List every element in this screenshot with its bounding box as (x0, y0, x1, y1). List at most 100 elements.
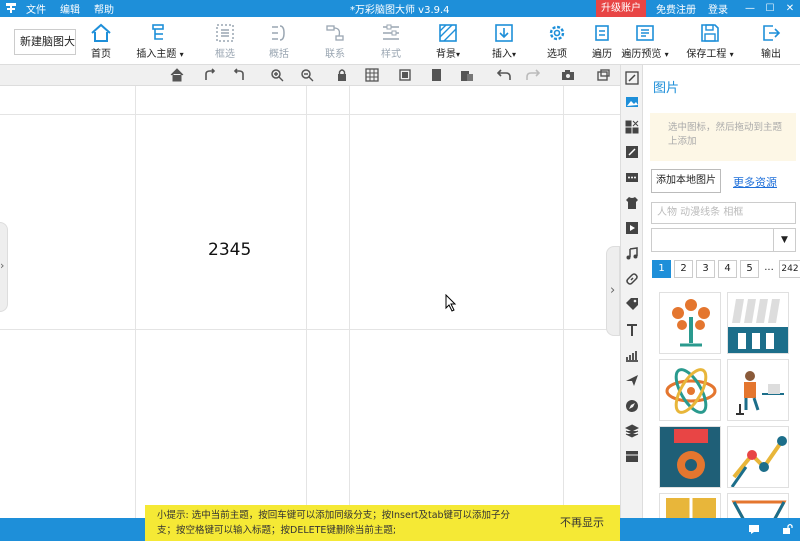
upgrade-button[interactable]: 升级账户 (596, 0, 646, 17)
zoom-out-icon[interactable] (300, 68, 314, 82)
frame-select-button[interactable]: 框选 (208, 21, 242, 61)
redo-icon[interactable] (526, 68, 540, 82)
login-link[interactable]: 登录 (708, 1, 728, 16)
title-right: 升级账户 免费注册 登录 — ☐ ✕ (596, 0, 800, 17)
compass-icon[interactable] (625, 399, 639, 413)
background-icon (430, 21, 466, 45)
center-home-icon[interactable] (170, 68, 184, 82)
rotate-left-icon[interactable] (232, 68, 246, 82)
page-button[interactable]: 242 (779, 260, 800, 278)
chevron-down-icon: ▾ (664, 50, 669, 59)
text-icon[interactable] (625, 323, 639, 337)
paste-style-icon[interactable] (460, 68, 474, 82)
page-button[interactable]: 4 (718, 260, 737, 278)
frame-select-icon (208, 21, 242, 45)
music-icon[interactable] (625, 247, 639, 261)
menu-edit[interactable]: 编辑 (60, 1, 80, 16)
main-toolbar: 新建脑图大 首页 插入主题 ▾ 框选 概括 联系 样式 背景▾ 插入▾ 选项 遍… (0, 17, 800, 65)
left-collapse-handle[interactable]: › (0, 222, 8, 312)
page-button[interactable]: 3 (696, 260, 715, 278)
traverse-button[interactable]: 遍历 (588, 21, 616, 61)
airplane-icon[interactable] (625, 373, 639, 387)
category-select[interactable]: ▼ (651, 228, 796, 252)
chevron-right-icon: › (0, 259, 5, 272)
document-name-field[interactable]: 新建脑图大 (14, 29, 76, 55)
chart-icon[interactable] (625, 348, 639, 362)
grid-line (0, 114, 620, 115)
insert-icon (486, 21, 522, 45)
summary-button[interactable]: 概括 (262, 21, 296, 61)
edit-icon[interactable] (625, 71, 639, 85)
grid-icon[interactable] (365, 68, 379, 82)
copy-style-icon[interactable] (430, 68, 444, 82)
save-project-button[interactable]: 保存工程 ▾ (682, 21, 738, 61)
image-grid (659, 292, 793, 541)
image-thumb-atom[interactable] (659, 359, 721, 421)
image-thumb-floppy[interactable] (659, 426, 721, 488)
layout-icon[interactable] (398, 68, 412, 82)
right-collapse-handle[interactable]: › (606, 246, 620, 336)
layers-icon[interactable] (625, 424, 639, 438)
maximize-icon[interactable]: ☐ (760, 3, 780, 14)
home-button[interactable]: 首页 (86, 21, 116, 61)
pagination: 1 2 3 4 5 ... 242 (652, 260, 800, 278)
archive-icon[interactable] (625, 449, 639, 463)
video-icon[interactable] (625, 221, 639, 235)
clipart-icon[interactable] (625, 120, 639, 134)
central-topic[interactable]: 2345 (208, 240, 251, 260)
close-icon[interactable]: ✕ (780, 3, 800, 14)
hint-bar: 小提示: 选中当前主题，按回车键可以添加同级分支；按Insert及tab键可以添… (145, 505, 620, 541)
page-button[interactable]: 1 (652, 260, 671, 278)
minimize-icon[interactable]: — (740, 3, 760, 14)
insert-button[interactable]: 插入▾ (486, 21, 522, 61)
image-thumb-person-desk[interactable] (727, 359, 789, 421)
image-icon[interactable] (625, 95, 639, 109)
shirt-icon[interactable] (625, 196, 639, 210)
summary-icon (262, 21, 296, 45)
unlock-icon[interactable] (782, 523, 794, 535)
panel-tip: 选中图标，然后拖动到主题上添加 (650, 113, 796, 161)
panel-icon-strip (620, 65, 643, 518)
image-search-input[interactable]: 人物 动漫线条 相框 (651, 202, 796, 224)
page-button[interactable]: 2 (674, 260, 693, 278)
comment-icon[interactable] (625, 171, 639, 185)
brush-icon[interactable] (625, 145, 639, 159)
hint-line-2: 支；按空格键可以输入标题；按DELETE键删除当前主题; (157, 525, 397, 536)
add-local-image-button[interactable]: 添加本地图片 (651, 169, 721, 193)
page-button[interactable]: 5 (740, 260, 759, 278)
menu-help[interactable]: 帮助 (94, 1, 114, 16)
traverse-preview-button[interactable]: 遍历预览 ▾ (618, 21, 672, 61)
export-button[interactable]: 输出 (756, 21, 786, 61)
home-icon (86, 21, 116, 45)
options-button[interactable]: 选项 (542, 21, 572, 61)
dismiss-hint-button[interactable]: 不再显示 (560, 515, 604, 530)
rotate-right-icon[interactable] (203, 68, 217, 82)
style-button[interactable]: 样式 (374, 21, 408, 61)
image-thumb-tree[interactable] (659, 292, 721, 354)
secondary-toolbar (0, 65, 620, 86)
relation-button[interactable]: 联系 (318, 21, 352, 61)
insert-topic-button[interactable]: 插入主题 ▾ (134, 21, 186, 61)
more-resources-link[interactable]: 更多资源 (733, 174, 777, 190)
link-icon[interactable] (625, 272, 639, 286)
zoom-in-icon[interactable] (270, 68, 284, 82)
camera-icon[interactable] (561, 68, 575, 82)
image-panel: 图片 选中图标，然后拖动到主题上添加 添加本地图片 更多资源 人物 动漫线条 相… (643, 65, 800, 541)
background-button[interactable]: 背景▾ (430, 21, 466, 61)
menu-file[interactable]: 文件 (26, 1, 46, 16)
lock-icon[interactable] (335, 68, 349, 82)
feedback-icon[interactable] (748, 523, 760, 535)
page-ellipsis: ... (764, 262, 774, 273)
grid-line (0, 329, 620, 330)
fullscreen-icon[interactable] (596, 68, 610, 82)
grid-line (306, 86, 307, 518)
hint-line-1: 小提示: 选中当前主题，按回车键可以添加同级分支；按Insert及tab键可以添… (157, 510, 511, 521)
image-thumb-books[interactable] (727, 292, 789, 354)
mind-map-canvas[interactable]: 2345 › › (0, 86, 620, 518)
tag-icon[interactable] (625, 297, 639, 311)
undo-icon[interactable] (497, 68, 511, 82)
register-link[interactable]: 免费注册 (656, 1, 696, 16)
grid-line (135, 86, 136, 518)
image-thumb-growth-chart[interactable] (727, 426, 789, 488)
gear-icon (542, 21, 572, 45)
